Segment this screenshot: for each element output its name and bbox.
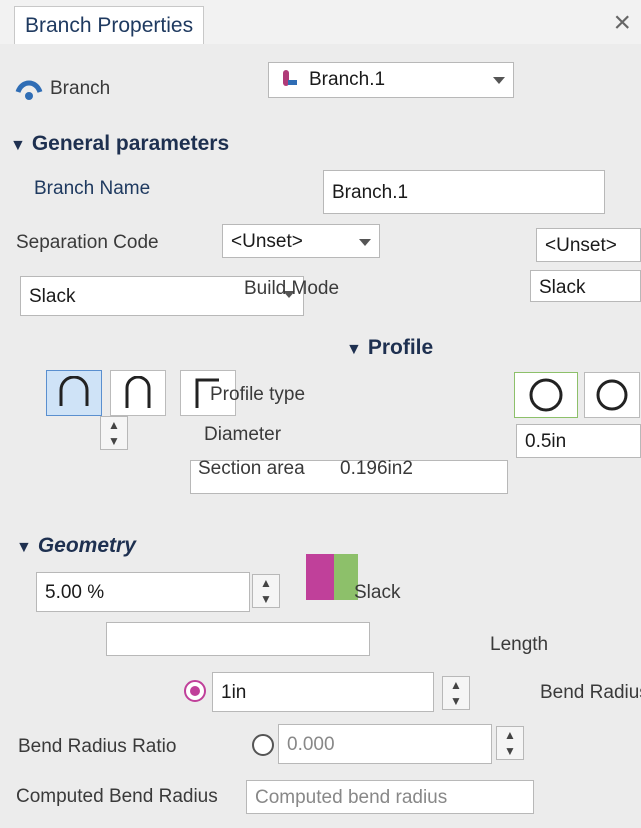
separation-code-secondary[interactable]: <Unset> — [536, 228, 641, 262]
bend-radius-spinner[interactable]: ▲ ▼ — [442, 676, 470, 710]
length-label: Length — [490, 634, 549, 655]
profile-header[interactable]: ▼ Profile — [346, 336, 433, 360]
separation-code-value: <Unset> — [231, 231, 303, 252]
branch-label: Branch — [50, 78, 111, 99]
collapse-triangle-icon: ▼ — [10, 137, 26, 154]
geometry-header[interactable]: ▼ Geometry — [16, 534, 136, 558]
diameter-label: Diameter — [204, 424, 282, 445]
geometry-title: Geometry — [37, 534, 136, 557]
section-area-value: 0.196in2 — [340, 458, 413, 479]
branch-select[interactable]: Branch.1 — [268, 62, 514, 98]
general-parameters-header[interactable]: ▼ General parameters — [10, 132, 229, 156]
slack-spinner[interactable]: ▲ ▼ — [252, 574, 280, 608]
branch-name-label: Branch Name — [34, 178, 151, 199]
computed-bend-radius-input: Computed bend radius — [246, 780, 534, 814]
computed-bend-radius-label: Computed Bend Radius — [16, 786, 218, 807]
branch-select-value: Branch.1 — [309, 69, 386, 90]
close-icon[interactable]: × — [613, 4, 631, 42]
separation-code-select[interactable]: <Unset> — [222, 224, 380, 258]
general-parameters-title: General parameters — [31, 132, 230, 155]
bend-radius-ratio-spinner[interactable]: ▲ ▼ — [496, 726, 524, 760]
branch-icon — [14, 76, 44, 102]
branch-name-input[interactable]: Branch.1 — [323, 170, 605, 214]
bend-radius-ratio-label: Bend Radius Ratio — [18, 736, 177, 757]
slack-label: Slack — [354, 582, 401, 603]
profile-circle-button[interactable] — [514, 372, 578, 418]
bend-radius-label: Bend Radius — [540, 682, 641, 703]
collapse-triangle-icon: ▼ — [16, 539, 32, 556]
bend-radius-ratio-input[interactable]: 0.000 — [278, 724, 492, 764]
build-mode-value: Slack — [29, 286, 76, 307]
bend-radius-input[interactable]: 1in — [212, 672, 434, 712]
diameter-spinner[interactable]: ▲ ▼ — [100, 416, 128, 450]
slack-input[interactable]: 5.00 % — [36, 572, 250, 612]
length-input[interactable] — [106, 622, 370, 656]
profile-oval-button[interactable] — [584, 372, 640, 418]
build-mode-secondary[interactable]: Slack — [530, 270, 641, 302]
diameter-input[interactable]: 0.5in — [516, 424, 641, 458]
section-area-label: Section area — [198, 458, 305, 479]
separation-code-label: Separation Code — [16, 232, 159, 253]
bend-radius-ratio-radio[interactable] — [252, 734, 274, 756]
profile-round-button[interactable] — [46, 370, 102, 416]
branch-select-icon — [278, 68, 300, 90]
profile-type-label: Profile type — [210, 384, 306, 405]
build-mode-label: Build Mode — [244, 278, 340, 299]
profile-flat-button[interactable] — [110, 370, 166, 416]
collapse-triangle-icon: ▼ — [346, 341, 362, 358]
profile-title: Profile — [367, 336, 434, 359]
bend-radius-radio[interactable] — [184, 680, 206, 702]
slack-color-swatch — [306, 554, 334, 600]
window-title: Branch Properties — [14, 6, 205, 45]
